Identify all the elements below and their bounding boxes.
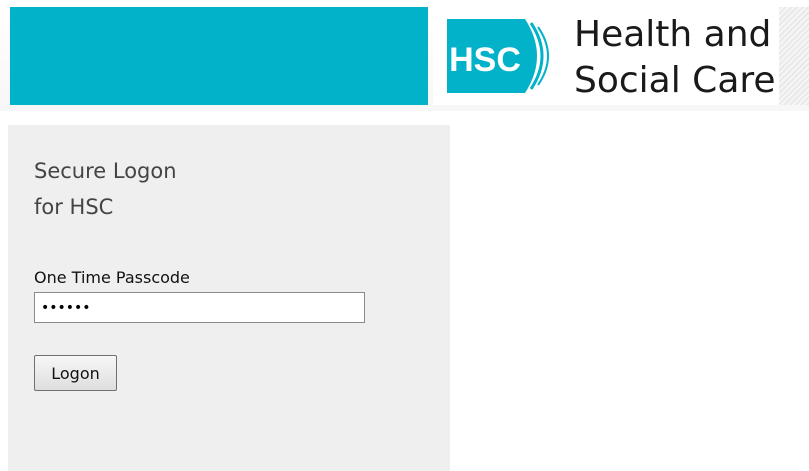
logon-button[interactable]: Logon <box>34 355 117 391</box>
title-line-2: for HSC <box>34 195 114 219</box>
brand-line-1: Health and <box>574 14 772 55</box>
passcode-label: One Time Passcode <box>34 268 190 287</box>
header-color-band <box>10 7 428 105</box>
brand-name: Health and Social Care <box>574 12 776 104</box>
page-header: HSC Health and Social Care <box>0 0 809 111</box>
passcode-input[interactable] <box>34 292 365 323</box>
title-line-1: Secure Logon <box>34 159 177 183</box>
logo-shadow <box>779 7 809 105</box>
hsc-logo-badge: HSC <box>447 19 549 93</box>
page-title: Secure Logon for HSC <box>34 153 177 225</box>
logon-panel: Secure Logon for HSC One Time Passcode L… <box>8 125 450 471</box>
brand-line-2: Social Care <box>574 60 776 101</box>
hsc-badge-text: HSC <box>449 41 521 79</box>
